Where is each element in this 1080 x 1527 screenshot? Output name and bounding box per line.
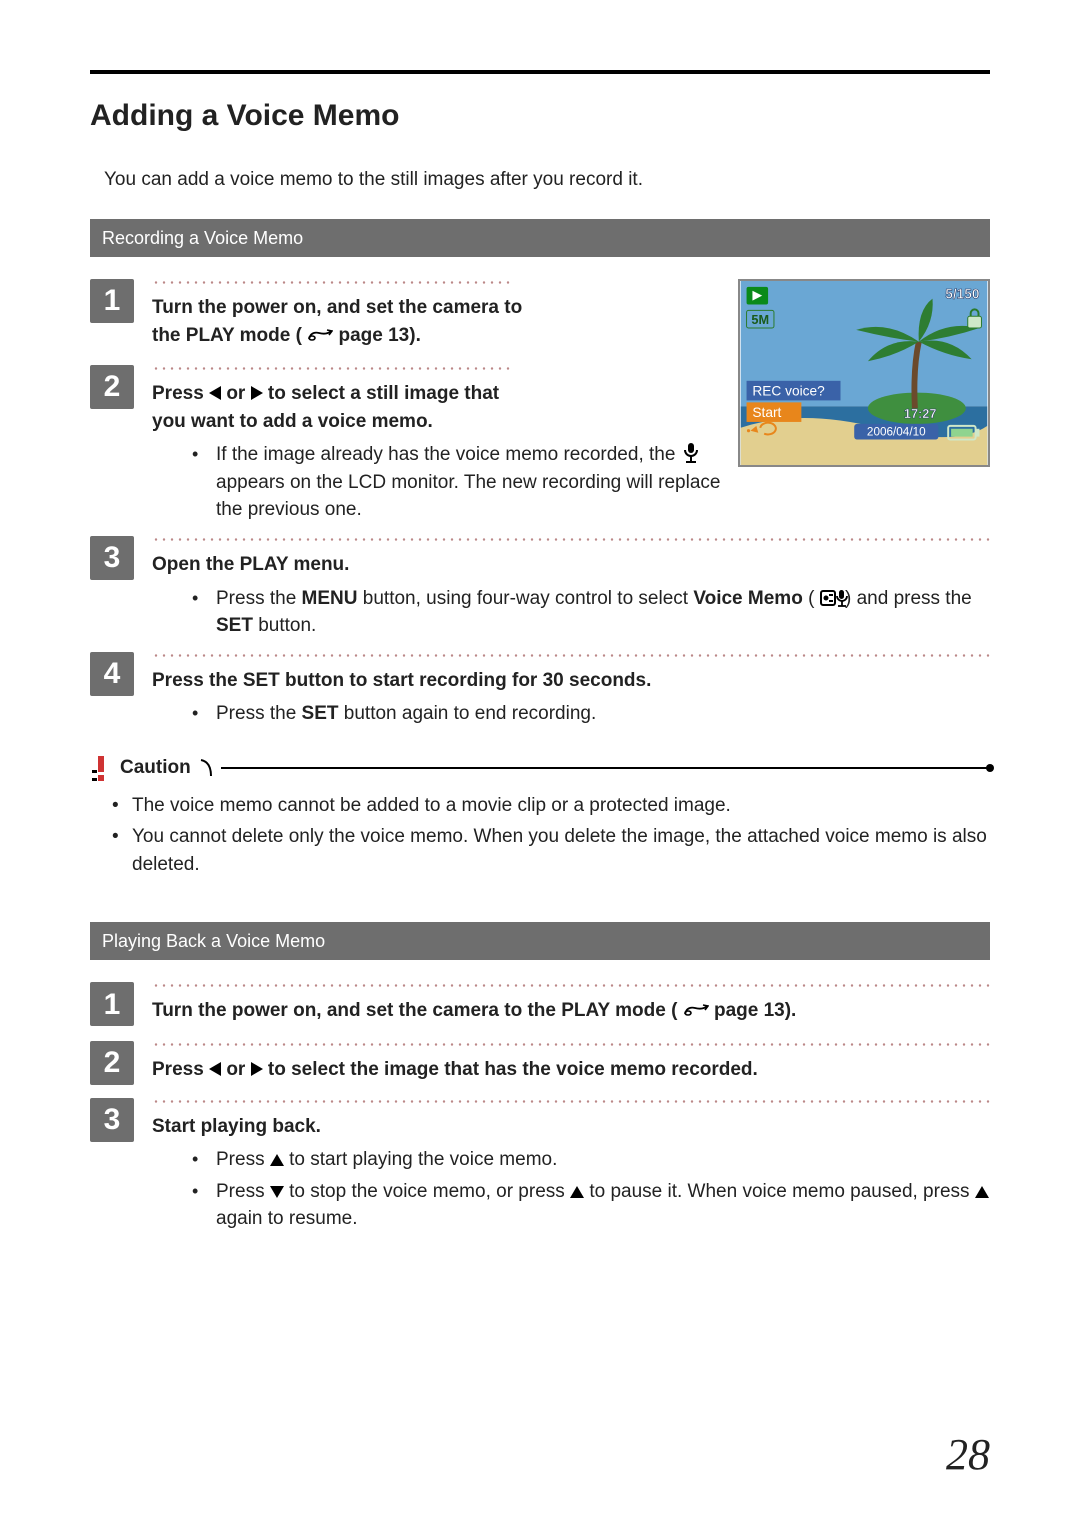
divider-dots [152,1100,990,1103]
step-sub-item: If the image already has the voice memo … [152,441,730,524]
step-sub-item: Press to stop the voice memo, or press t… [152,1178,990,1233]
page-number: 28 [946,1423,990,1487]
step-number: 3 [90,536,134,580]
lcd-counter: 5/150 [945,287,980,302]
lcd-time: 17:27 [904,406,937,421]
recording-steps-top: 5/150 5M REC voice? Start [90,279,990,528]
divider-dots [152,367,510,370]
caution-header: Caution [90,754,990,782]
caution-curve [199,758,213,778]
step-sub-item: Press the MENU button, using four-way co… [152,585,990,640]
lcd-preview: 5/150 5M REC voice? Start [738,279,990,467]
step-number: 1 [90,982,134,1026]
caution-line [221,767,990,769]
step-lead: Press or to select the image that has th… [152,1056,990,1084]
up-arrow-icon [270,1154,284,1166]
right-arrow-icon [251,1062,263,1076]
step-number: 3 [90,1098,134,1142]
divider-dots [152,538,990,541]
lcd-start: Start [752,405,781,420]
up-arrow-icon [570,1186,584,1198]
microphone-icon [681,442,701,464]
step-lead: Press or to select a still image that yo… [152,380,730,435]
rec-step-3: 3 Open the PLAY menu. Press the MENU but… [90,536,990,644]
intro-text: You can add a voice memo to the still im… [104,166,990,194]
caution-label: Caution [120,754,191,782]
step-number: 2 [90,1041,134,1085]
section-recording-header: Recording a Voice Memo [90,219,990,257]
lcd-prompt: REC voice? [752,384,825,399]
up-arrow-icon [975,1186,989,1198]
voice-memo-icon [820,588,840,610]
divider-dots [152,984,990,987]
right-arrow-icon [251,386,263,400]
step-sub-item: Press the SET button again to end record… [152,700,990,728]
rec-step-4: 4 Press the SET button to start recordin… [90,652,990,732]
step-number: 1 [90,279,134,323]
divider-dots [152,281,510,284]
lcd-resolution: 5M [751,312,769,327]
play-step-2: 2 Press or to select the image that has … [90,1041,990,1090]
step-number: 4 [90,652,134,696]
play-step-3: 3 Start playing back. Press to start pla… [90,1098,990,1237]
caution-item: You cannot delete only the voice memo. W… [90,823,990,878]
page-title: Adding a Voice Memo [90,94,990,138]
step-sub-item: Press to start playing the voice memo. [152,1146,990,1174]
step-lead: Open the PLAY menu. [152,551,990,579]
lcd-date: 2006/04/10 [867,426,926,439]
caution-list: The voice memo cannot be added to a movi… [90,792,990,879]
section-playback-header: Playing Back a Voice Memo [90,922,990,960]
reference-icon [683,999,709,1027]
step-lead: Turn the power on, and set the camera to… [152,294,730,351]
step-lead: Start playing back. [152,1113,990,1141]
top-rule [90,70,990,74]
divider-dots [152,654,990,657]
down-arrow-icon [270,1186,284,1198]
manual-page: Adding a Voice Memo You can add a voice … [0,0,1080,1527]
step-lead: Press the SET button to start recording … [152,667,990,695]
left-arrow-icon [209,386,221,400]
reference-icon [307,324,333,352]
caution-icon [90,754,112,782]
step-number: 2 [90,365,134,409]
caution-item: The voice memo cannot be added to a movi… [90,792,990,820]
left-arrow-icon [209,1062,221,1076]
step-lead: Turn the power on, and set the camera to… [152,997,990,1027]
divider-dots [152,1043,990,1046]
play-step-1: 1 Turn the power on, and set the camera … [90,982,990,1033]
